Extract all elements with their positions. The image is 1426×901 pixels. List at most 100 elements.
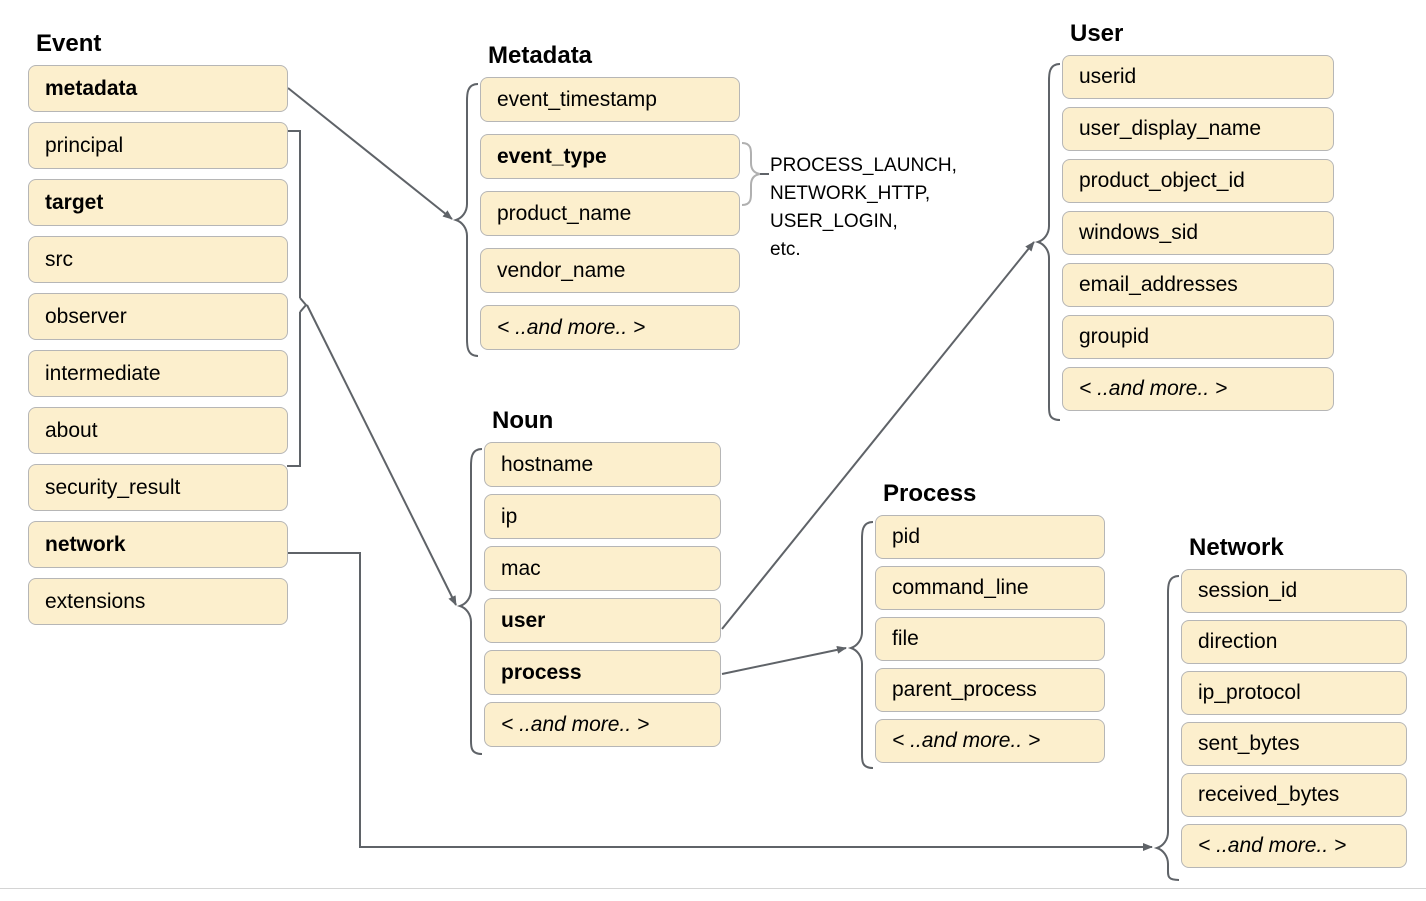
field-user-email-addresses[interactable]: email_addresses [1062,263,1334,307]
field-user-userid[interactable]: userid [1062,55,1334,99]
field-label: about [45,418,98,442]
field-label: command_line [892,576,1029,599]
field-event-network[interactable]: network [28,521,288,568]
field-user-product-object-id[interactable]: product_object_id [1062,159,1334,203]
field-label: ip_protocol [1198,681,1301,704]
field-event-observer[interactable]: observer [28,293,288,340]
event-group-bracket [287,130,308,467]
field-network-direction[interactable]: direction [1181,620,1407,664]
field-event-security-result[interactable]: security_result [28,464,288,511]
enum-line-3: USER_LOGIN, [770,211,898,232]
field-label: observer [45,304,127,328]
field-label: mac [501,556,541,580]
diagram-canvas: Event metadata principal target src obse… [0,0,1426,901]
field-label: target [45,190,104,214]
field-process-command-line[interactable]: command_line [875,566,1105,610]
field-network-ip-protocol[interactable]: ip_protocol [1181,671,1407,715]
field-user-groupid[interactable]: groupid [1062,315,1334,359]
field-event-src[interactable]: src [28,236,288,283]
group-metadata: Metadata event_timestamp event_type prod… [480,44,740,350]
field-metadata-event-timestamp[interactable]: event_timestamp [480,77,740,122]
field-event-target[interactable]: target [28,179,288,226]
field-label: pid [892,525,921,548]
field-label: < ..and more.. > [501,712,650,736]
group-noun: Noun hostname ip mac user process < ..an… [484,409,721,747]
field-label: ip [501,504,518,528]
field-event-intermediate[interactable]: intermediate [28,350,288,397]
event-type-enum-note: PROCESS_LAUNCH, NETWORK_HTTP, USER_LOGIN… [770,152,957,264]
field-noun-process[interactable]: process [484,650,721,695]
group-title-network: Network [1189,534,1284,561]
field-metadata-vendor-name[interactable]: vendor_name [480,248,740,293]
group-process: Process pid command_line file parent_pro… [875,482,1105,763]
field-user-and-more[interactable]: < ..and more.. > [1062,367,1334,411]
metadata-group-brace [452,83,479,357]
field-noun-mac[interactable]: mac [484,546,721,591]
field-label: file [892,627,919,650]
enum-line-1: PROCESS_LAUNCH, [770,155,957,176]
group-network: Network session_id direction ip_protocol… [1181,536,1407,868]
field-noun-and-more[interactable]: < ..and more.. > [484,702,721,747]
field-process-and-more[interactable]: < ..and more.. > [875,719,1105,763]
field-label: metadata [45,76,138,100]
field-label: parent_process [892,678,1037,701]
field-label: principal [45,133,124,157]
field-label: intermediate [45,361,161,385]
field-list-noun: hostname ip mac user process < ..and mor… [484,442,721,747]
field-label: src [45,247,73,271]
field-label: event_timestamp [497,87,657,111]
field-process-pid[interactable]: pid [875,515,1105,559]
field-label: event_type [497,144,607,168]
field-process-parent-process[interactable]: parent_process [875,668,1105,712]
field-list-event: metadata principal target src observer i… [28,65,288,625]
field-label: product_object_id [1079,169,1245,192]
field-network-sent-bytes[interactable]: sent_bytes [1181,722,1407,766]
group-event: Event metadata principal target src obse… [28,32,288,625]
group-title-noun: Noun [492,407,554,434]
field-event-extensions[interactable]: extensions [28,578,288,625]
connector-noun-process [721,645,847,675]
field-label: user_display_name [1079,117,1262,140]
field-label: < ..and more.. > [892,729,1041,752]
bottom-divider [0,888,1426,889]
process-group-brace [847,521,874,769]
field-label: email_addresses [1079,273,1238,296]
field-network-session-id[interactable]: session_id [1181,569,1407,613]
field-event-principal[interactable]: principal [28,122,288,169]
field-network-received-bytes[interactable]: received_bytes [1181,773,1407,817]
field-user-windows-sid[interactable]: windows_sid [1062,211,1334,255]
field-list-process: pid command_line file parent_process < .… [875,515,1105,763]
field-label: userid [1079,65,1137,88]
field-event-about[interactable]: about [28,407,288,454]
field-metadata-product-name[interactable]: product_name [480,191,740,236]
field-label: network [45,532,126,556]
field-network-and-more[interactable]: < ..and more.. > [1181,824,1407,868]
connector-event-noun [306,304,457,606]
group-user: User userid user_display_name product_ob… [1062,22,1334,411]
field-user-user-display-name[interactable]: user_display_name [1062,107,1334,151]
field-label: user [501,608,546,632]
field-metadata-and-more[interactable]: < ..and more.. > [480,305,740,350]
field-noun-hostname[interactable]: hostname [484,442,721,487]
connector-event-metadata [287,87,453,220]
field-list-user: userid user_display_name product_object_… [1062,55,1334,411]
field-label: product_name [497,201,632,225]
field-label: direction [1198,630,1278,653]
enum-line-2: NETWORK_HTTP, [770,183,931,204]
field-noun-ip[interactable]: ip [484,494,721,539]
group-title-process: Process [883,480,977,507]
noun-group-brace [456,448,483,755]
field-event-metadata[interactable]: metadata [28,65,288,112]
user-group-brace [1034,63,1061,421]
field-label: groupid [1079,325,1150,348]
field-process-file[interactable]: file [875,617,1105,661]
field-noun-user[interactable]: user [484,598,721,643]
group-title-user: User [1070,20,1124,47]
field-list-network: session_id direction ip_protocol sent_by… [1181,569,1407,868]
field-label: windows_sid [1079,221,1199,244]
group-title-event: Event [36,30,102,57]
field-label: < ..and more.. > [497,315,646,339]
field-label: vendor_name [497,258,626,282]
field-metadata-event-type[interactable]: event_type [480,134,740,179]
field-label: security_result [45,475,181,499]
